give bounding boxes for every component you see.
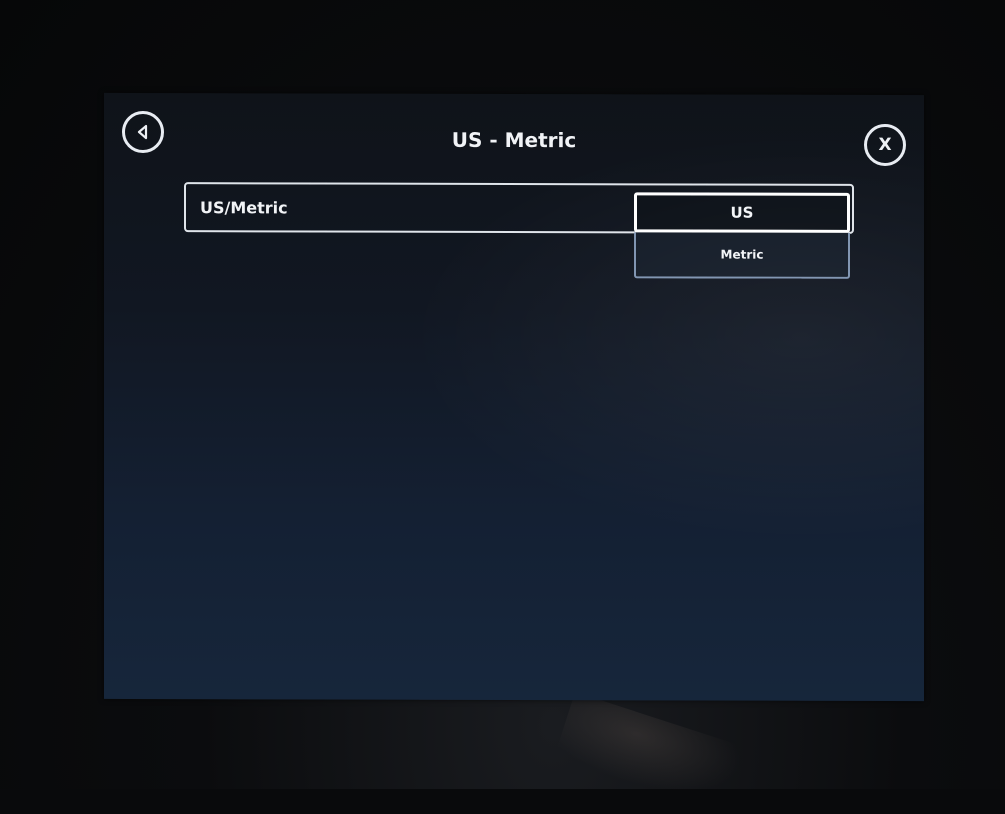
close-button[interactable]: X	[864, 123, 906, 167]
units-dropdown[interactable]: US Metric	[634, 192, 850, 282]
display-screen: US - Metric X US/Metric US Metric	[104, 92, 924, 702]
setting-label: US/Metric	[200, 198, 288, 218]
option-metric[interactable]: Metric	[634, 232, 850, 279]
close-icon: X	[878, 134, 892, 155]
option-us[interactable]: US	[634, 192, 850, 233]
page-title: US - Metric	[451, 127, 577, 153]
